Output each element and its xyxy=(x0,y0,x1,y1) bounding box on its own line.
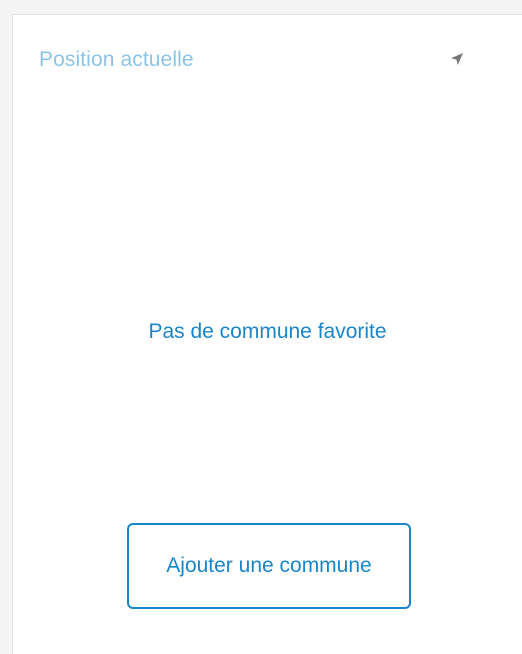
current-location-row[interactable]: Position actuelle xyxy=(13,39,522,79)
navigation-arrow-svg xyxy=(451,53,463,65)
favorites-panel: Position actuelle Pas de commune favorit… xyxy=(12,14,522,654)
current-location-label[interactable]: Position actuelle xyxy=(39,48,194,72)
add-commune-button[interactable]: Ajouter une commune xyxy=(127,523,411,609)
navigation-arrow-icon[interactable] xyxy=(449,51,465,67)
empty-favorites-message: Pas de commune favorite xyxy=(148,320,387,343)
